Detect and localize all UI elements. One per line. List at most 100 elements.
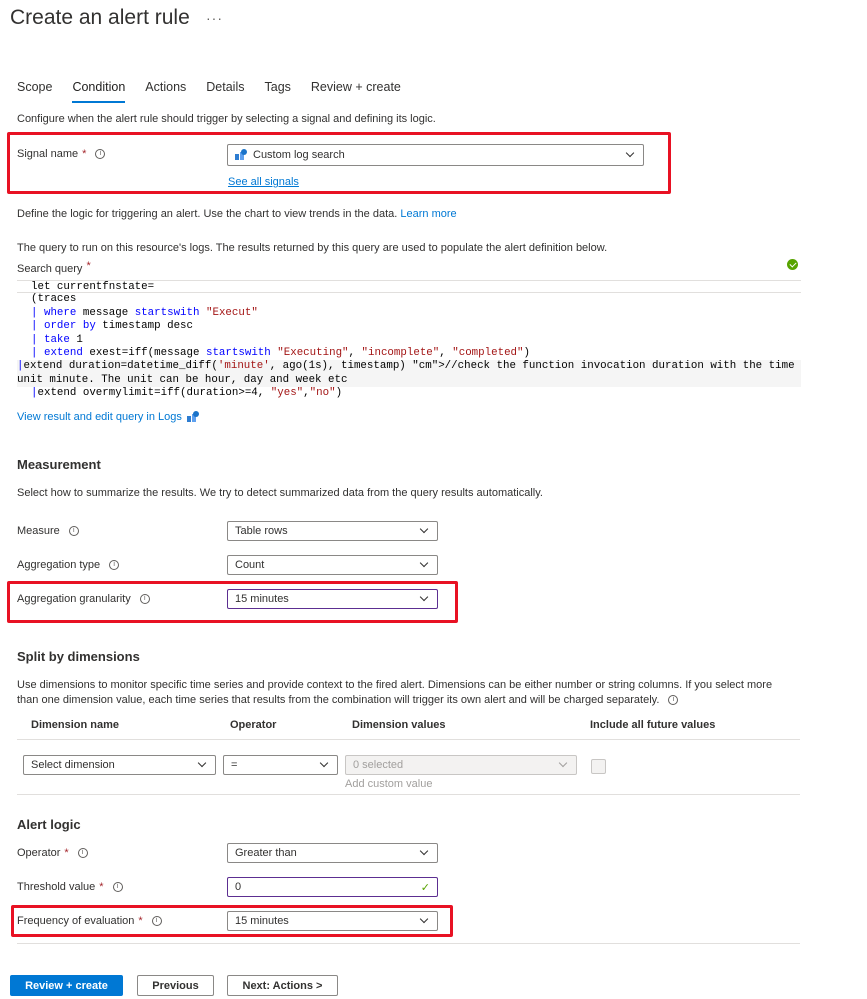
measure-label-text: Measure bbox=[17, 525, 60, 537]
threshold-value: 0 bbox=[235, 881, 242, 893]
measurement-heading: Measurement bbox=[17, 457, 101, 472]
info-icon: i bbox=[109, 560, 120, 570]
previous-button[interactable]: Previous bbox=[137, 975, 214, 996]
aggregation-granularity-text: Aggregation granularity bbox=[17, 593, 131, 605]
add-custom-value[interactable]: Add custom value bbox=[345, 778, 432, 790]
split-intro-line2-text: than one dimension value, each time seri… bbox=[17, 694, 660, 706]
query-line: | where message startswith "Execut" bbox=[31, 306, 258, 319]
required-marker: * bbox=[82, 148, 87, 160]
column-operator: Operator bbox=[230, 719, 277, 731]
dimension-operator-value: = bbox=[231, 759, 238, 771]
measure-value: Table rows bbox=[235, 525, 288, 537]
search-query-editor[interactable]: let currentfnstate= (traces | where mess… bbox=[17, 280, 801, 404]
operator-label: Operator * i bbox=[17, 847, 88, 859]
query-valid-icon bbox=[787, 259, 798, 270]
footer-divider bbox=[17, 943, 800, 944]
required-marker: * bbox=[99, 881, 104, 893]
operator-value: Greater than bbox=[235, 847, 297, 859]
next-actions-button[interactable]: Next: Actions > bbox=[227, 975, 338, 996]
dimension-name-placeholder: Select dimension bbox=[31, 759, 115, 771]
info-icon: i bbox=[668, 695, 679, 705]
review-create-button[interactable]: Review + create bbox=[10, 975, 123, 996]
required-marker: * bbox=[86, 260, 91, 272]
signal-name-label: Signal name * i bbox=[17, 148, 106, 160]
column-dimension-values: Dimension values bbox=[352, 719, 446, 731]
aggregation-type-label: Aggregation type i bbox=[17, 559, 120, 571]
query-line: |extend duration=datetime_diff('minute',… bbox=[17, 360, 801, 374]
condition-intro: Configure when the alert rule should tri… bbox=[17, 113, 436, 125]
query-intro: The query to run on this resource's logs… bbox=[17, 242, 608, 254]
aggregation-granularity-dropdown[interactable]: 15 minutes bbox=[227, 589, 438, 609]
operator-dropdown[interactable]: Greater than bbox=[227, 843, 438, 863]
frequency-label-text: Frequency of evaluation bbox=[17, 915, 135, 927]
include-future-values-checkbox[interactable] bbox=[591, 759, 606, 774]
split-intro-line1: Use dimensions to monitor specific time … bbox=[17, 679, 773, 691]
chevron-down-icon bbox=[419, 592, 429, 602]
measurement-intro: Select how to summarize the results. We … bbox=[17, 487, 543, 499]
column-include-future: Include all future values bbox=[590, 719, 716, 731]
page-title: Create an alert rule bbox=[10, 6, 190, 29]
measure-dropdown[interactable]: Table rows bbox=[227, 521, 438, 541]
view-logs-link[interactable]: View result and edit query in Logs bbox=[17, 411, 182, 423]
frequency-dropdown[interactable]: 15 minutes bbox=[227, 911, 438, 931]
dimension-operator-dropdown[interactable]: = bbox=[223, 755, 338, 775]
logic-intro: Define the logic for triggering an alert… bbox=[17, 208, 457, 220]
info-icon: i bbox=[151, 916, 162, 926]
signal-name-dropdown[interactable]: Custom log search bbox=[227, 144, 644, 166]
measure-label: Measure i bbox=[17, 525, 79, 537]
learn-more-link[interactable]: Learn more bbox=[400, 208, 456, 220]
operator-label-text: Operator bbox=[17, 847, 61, 859]
tab-actions[interactable]: Actions bbox=[145, 80, 186, 103]
threshold-label-text: Threshold value bbox=[17, 881, 96, 893]
chevron-down-icon bbox=[197, 758, 207, 768]
frequency-label: Frequency of evaluation * i bbox=[17, 915, 162, 927]
dimension-name-dropdown[interactable]: Select dimension bbox=[23, 755, 216, 775]
tab-details[interactable]: Details bbox=[206, 80, 244, 103]
query-line: | take 1 bbox=[31, 333, 83, 346]
tab-scope[interactable]: Scope bbox=[17, 80, 52, 103]
query-line: | extend exest=iff(message startswith "E… bbox=[31, 346, 530, 359]
required-marker: * bbox=[138, 915, 143, 927]
table-divider bbox=[17, 794, 800, 795]
info-icon: i bbox=[112, 882, 123, 892]
query-line: unit minute. The unit can be hour, day a… bbox=[17, 373, 801, 388]
aggregation-granularity-label: Aggregation granularity i bbox=[17, 593, 150, 605]
alert-logic-heading: Alert logic bbox=[17, 817, 81, 832]
aggregation-type-dropdown[interactable]: Count bbox=[227, 555, 438, 575]
frequency-value: 15 minutes bbox=[235, 915, 289, 927]
log-search-icon bbox=[235, 149, 247, 161]
threshold-label: Threshold value * i bbox=[17, 881, 123, 893]
search-query-text: Search query bbox=[17, 263, 83, 275]
query-line: (traces bbox=[31, 293, 77, 306]
logic-intro-text: Define the logic for triggering an alert… bbox=[17, 208, 398, 220]
query-line: | order by timestamp desc bbox=[31, 320, 194, 333]
info-icon: i bbox=[139, 594, 150, 604]
column-dimension-name: Dimension name bbox=[31, 719, 120, 731]
tab-review-create[interactable]: Review + create bbox=[311, 80, 401, 103]
info-icon: i bbox=[95, 149, 106, 159]
split-intro-line2: than one dimension value, each time seri… bbox=[17, 694, 679, 706]
chevron-down-icon bbox=[419, 914, 429, 924]
signal-name-text: Signal name bbox=[17, 148, 79, 160]
threshold-input[interactable]: 0 ✓ bbox=[227, 877, 438, 897]
view-logs-row: View result and edit query in Logs bbox=[17, 411, 199, 423]
signal-name-value: Custom log search bbox=[253, 149, 345, 161]
search-query-label: Search query * bbox=[17, 260, 91, 275]
aggregation-granularity-value: 15 minutes bbox=[235, 593, 289, 605]
chevron-down-icon bbox=[419, 524, 429, 534]
logs-icon bbox=[186, 411, 199, 423]
tab-bar: Scope Condition Actions Details Tags Rev… bbox=[17, 80, 421, 103]
info-icon: i bbox=[77, 848, 88, 858]
required-marker: * bbox=[64, 847, 69, 859]
chevron-down-icon bbox=[419, 558, 429, 568]
query-line: |extend overmylimit=iff(duration>=4, "ye… bbox=[31, 387, 343, 400]
more-options-button[interactable]: ··· bbox=[206, 10, 223, 26]
checkmark-icon: ✓ bbox=[420, 881, 430, 894]
split-heading: Split by dimensions bbox=[17, 649, 140, 664]
dimension-values-dropdown[interactable]: 0 selected bbox=[345, 755, 577, 775]
info-icon: i bbox=[68, 526, 79, 536]
see-all-signals-link[interactable]: See all signals bbox=[228, 176, 299, 188]
tab-condition[interactable]: Condition bbox=[72, 80, 126, 103]
chevron-down-icon bbox=[319, 758, 329, 768]
tab-tags[interactable]: Tags bbox=[265, 80, 291, 103]
